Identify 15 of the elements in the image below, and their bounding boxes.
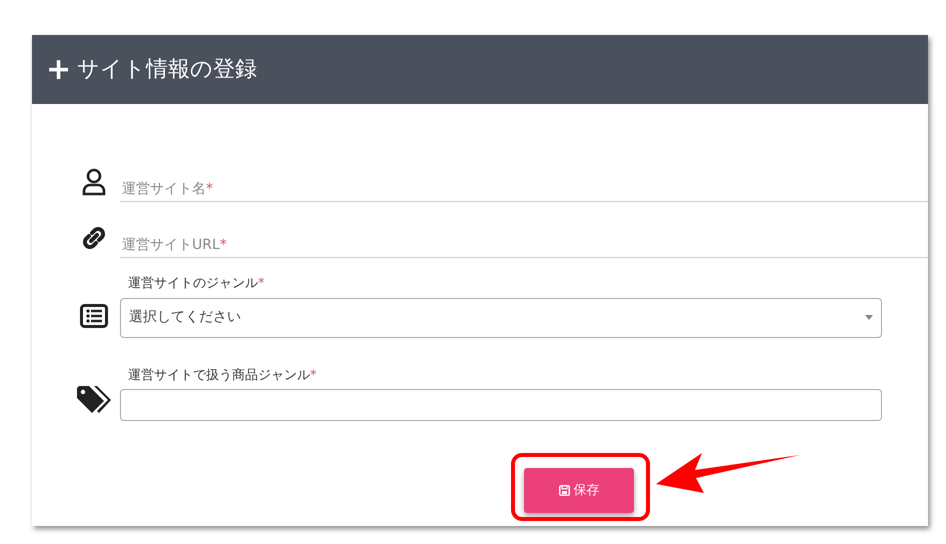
list-icon <box>80 304 108 328</box>
input-field[interactable]: 運営サイト名* <box>120 179 928 202</box>
card-title: サイト情報の登録 <box>77 56 258 84</box>
select-field[interactable]: 選択してください <box>120 298 882 338</box>
person-icon <box>82 168 106 196</box>
field-label: 運営サイトのジャンル* <box>127 275 266 293</box>
input-field[interactable] <box>120 389 882 421</box>
plus-icon: + <box>46 54 72 84</box>
caret-icon <box>865 315 873 320</box>
link-icon <box>80 224 108 252</box>
input-field[interactable]: 運営サイトURL* <box>120 235 928 258</box>
save-button[interactable]: 保存 <box>524 468 634 513</box>
field-label: 運営サイトで扱う商品ジャンル* <box>127 366 318 384</box>
save-icon <box>558 485 570 496</box>
tags-icon <box>76 385 112 415</box>
